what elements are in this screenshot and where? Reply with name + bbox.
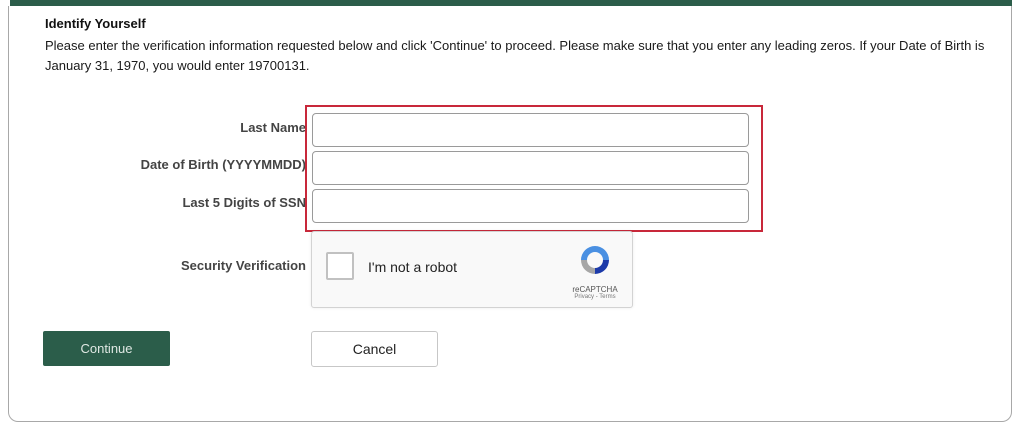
ssn-input[interactable] (312, 189, 749, 223)
recaptcha-brand: reCAPTCHA (572, 285, 618, 294)
form-heading: Identify Yourself (45, 16, 146, 31)
recaptcha-logo: reCAPTCHA Privacy - Terms (567, 242, 623, 300)
cancel-button[interactable]: Cancel (311, 331, 438, 367)
ssn-label: Last 5 Digits of SSN (182, 195, 306, 210)
dob-input[interactable] (312, 151, 749, 185)
dob-label: Date of Birth (YYYYMMDD) (140, 157, 306, 172)
recaptcha-links[interactable]: Privacy - Terms (567, 294, 623, 300)
recaptcha-widget: I'm not a robot reCAPTCHA Privacy - Term… (311, 231, 633, 308)
recaptcha-label: I'm not a robot (368, 259, 458, 275)
last-name-input[interactable] (312, 113, 749, 147)
continue-button[interactable]: Continue (43, 331, 170, 366)
security-verification-label: Security Verification (181, 258, 306, 273)
last-name-label: Last Name (240, 120, 306, 135)
form-instructions: Please enter the verification informatio… (45, 38, 985, 73)
recaptcha-icon (581, 246, 609, 274)
recaptcha-checkbox[interactable] (326, 252, 354, 280)
